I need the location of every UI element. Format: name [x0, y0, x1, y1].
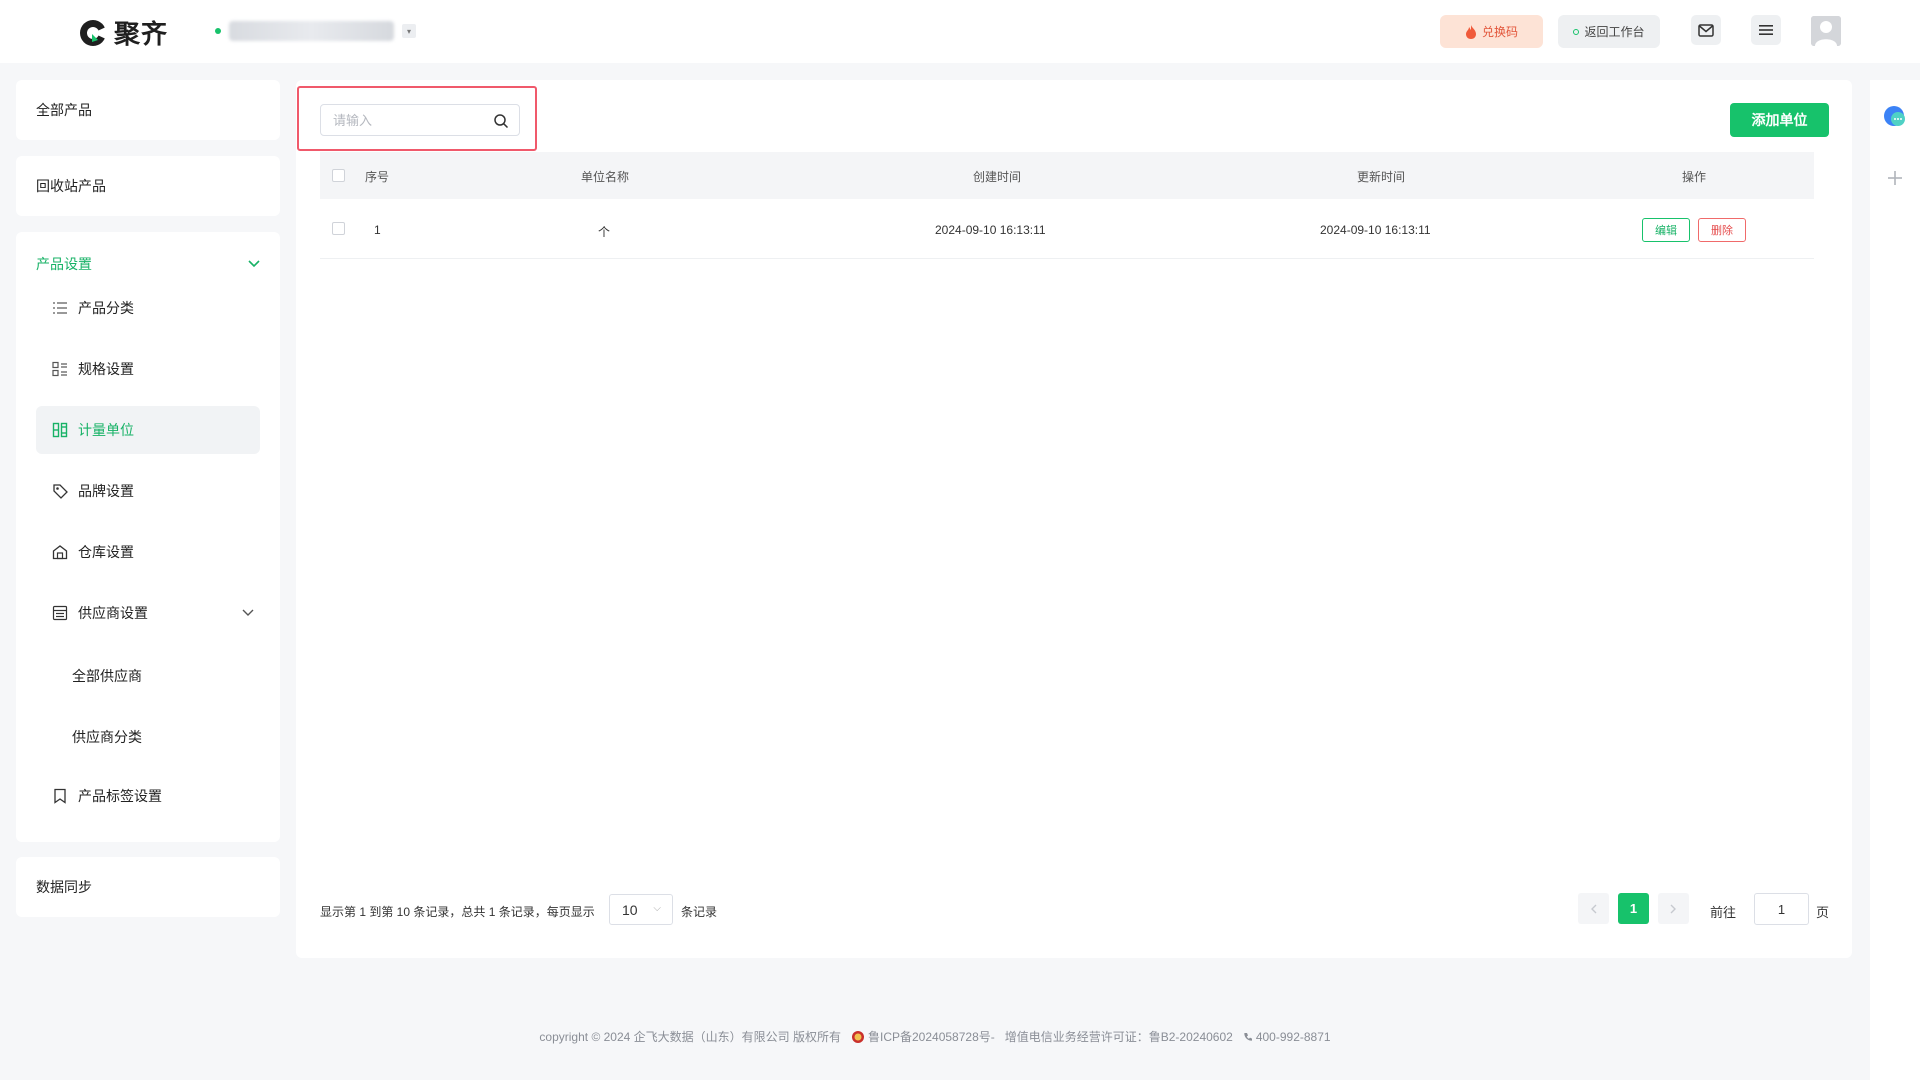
- data-sync-label: 数据同步: [36, 879, 92, 895]
- nav-label: 品牌设置: [78, 483, 134, 499]
- sidebar-item-recycle-bin[interactable]: 回收站产品: [16, 156, 280, 216]
- user-avatar[interactable]: [1811, 16, 1841, 46]
- sidebar-item-spec-settings[interactable]: 规格设置: [36, 345, 260, 393]
- footer-phone-block: 400-992-8871: [1243, 1030, 1331, 1044]
- footer-license: 增值电信业务经营许可证：鲁B2-20240602: [1004, 1030, 1233, 1044]
- warehouse-icon: [52, 545, 68, 560]
- unit-icon: [52, 422, 68, 438]
- add-icon[interactable]: [1882, 165, 1908, 191]
- spec-icon: [52, 361, 67, 377]
- page-size-value: 10: [622, 901, 638, 918]
- records-suffix: 条记录: [681, 905, 718, 919]
- add-unit-button[interactable]: 添加单位: [1730, 103, 1829, 137]
- right-tool-rail: [1870, 80, 1920, 1080]
- cell-index: 1: [374, 223, 381, 237]
- shop-name-blurred: [229, 21, 394, 41]
- mail-button[interactable]: [1691, 15, 1721, 45]
- next-page-button[interactable]: [1658, 893, 1689, 924]
- page-size-select[interactable]: 10 ⌵: [609, 894, 673, 925]
- menu-button[interactable]: [1751, 15, 1781, 45]
- main-panel: [296, 80, 1852, 958]
- pagination-summary: 显示第 1 到第 10 条记录，总共 1 条记录，每页显示: [320, 905, 595, 919]
- site-footer: copyright © 2024 企飞大数据（山东）有限公司 版权所有 鲁ICP…: [0, 1028, 1870, 1045]
- sidebar-item-measure-unit[interactable]: 计量单位: [36, 406, 260, 454]
- phone-icon: [1244, 1032, 1252, 1041]
- caret-down-icon[interactable]: ▾: [402, 24, 416, 38]
- product-settings-group: 产品设置 产品分类 规格设置 计量单位 品牌设置 仓库设置 供应商设置 全部供应…: [16, 232, 280, 842]
- mail-icon: [1698, 23, 1714, 37]
- chevron-down-icon[interactable]: [242, 609, 254, 617]
- cell-created: 2024-09-10 16:13:11: [935, 223, 1046, 237]
- column-header-actions: 操作: [1682, 170, 1707, 184]
- all-products-label: 全部产品: [36, 102, 92, 118]
- list-icon: [53, 302, 67, 314]
- shop-status-dot: [215, 28, 221, 34]
- avatar-icon: [1811, 16, 1841, 46]
- sidebar-subitem-all-suppliers[interactable]: 全部供应商: [72, 666, 142, 686]
- brand-logo[interactable]: 聚齐: [78, 14, 168, 51]
- redeem-label: 兑换码: [1481, 25, 1518, 39]
- sidebar-item-brand-settings[interactable]: 品牌设置: [36, 467, 260, 515]
- fire-icon: [1465, 24, 1476, 39]
- menu-icon: [1759, 25, 1773, 35]
- page-number-current[interactable]: 1: [1618, 893, 1649, 924]
- footer-icp-link[interactable]: 鲁ICP备2024058728号-: [851, 1028, 995, 1045]
- column-header-created: 创建时间: [973, 170, 1022, 184]
- workbench-dot-icon: [1573, 28, 1580, 35]
- select-all-checkbox[interactable]: [332, 169, 345, 182]
- delete-button[interactable]: 删除: [1698, 218, 1746, 242]
- chat-assistant-icon[interactable]: [1882, 104, 1908, 130]
- column-header-updated: 更新时间: [1357, 170, 1406, 184]
- sidebar-item-product-tag-settings[interactable]: 产品标签设置: [36, 772, 260, 820]
- goto-suffix: 页: [1816, 905, 1830, 920]
- sidebar-subitem-supplier-category[interactable]: 供应商分类: [72, 727, 142, 747]
- search-icon[interactable]: [493, 113, 509, 129]
- prev-page-button[interactable]: [1578, 893, 1609, 924]
- column-header-index: 序号: [365, 170, 390, 184]
- nav-label: 供应商设置: [78, 605, 148, 621]
- footer-icp: 鲁ICP备2024058728号-: [868, 1030, 995, 1044]
- supplier-icon: [52, 605, 68, 621]
- brand-name: 聚齐: [114, 19, 169, 49]
- search-input[interactable]: [333, 112, 493, 128]
- sidebar-item-supplier-settings[interactable]: 供应商设置: [36, 589, 260, 637]
- table-header: 序号 单位名称 创建时间 更新时间 操作: [320, 152, 1814, 199]
- tag-icon: [53, 484, 68, 499]
- cell-updated: 2024-09-10 16:13:11: [1320, 223, 1431, 237]
- goto-page-input[interactable]: 1: [1754, 893, 1809, 925]
- back-to-workbench-button[interactable]: 返回工作台: [1558, 15, 1660, 48]
- nav-label: 计量单位: [78, 422, 134, 438]
- sidebar-item-data-sync[interactable]: 数据同步: [16, 857, 280, 917]
- police-badge-icon: [852, 1030, 864, 1043]
- recycle-bin-label: 回收站产品: [36, 178, 106, 194]
- sidebar-item-warehouse-settings[interactable]: 仓库设置: [36, 528, 260, 576]
- back-label: 返回工作台: [1584, 25, 1645, 39]
- bookmark-icon: [54, 788, 66, 804]
- chevron-down-icon: ⌵: [653, 903, 661, 914]
- search-field[interactable]: [320, 104, 520, 136]
- logo-icon: [80, 19, 106, 46]
- nav-label: 规格设置: [78, 361, 134, 377]
- product-settings-header[interactable]: 产品设置: [36, 254, 260, 274]
- nav-label: 仓库设置: [78, 544, 134, 560]
- footer-copyright: copyright © 2024 企飞大数据（山东）有限公司 版权所有: [539, 1030, 841, 1044]
- top-header: 聚齐 ▾ 兑换码 返回工作台: [0, 0, 1920, 63]
- footer-phone: 400-992-8871: [1255, 1029, 1331, 1044]
- nav-label: 产品分类: [78, 300, 134, 316]
- chevron-up-icon: [248, 260, 260, 268]
- sidebar-item-all-products[interactable]: 全部产品: [16, 80, 280, 140]
- shop-switcher[interactable]: ▾: [215, 21, 416, 41]
- nav-label: 产品标签设置: [78, 788, 162, 804]
- row-checkbox[interactable]: [332, 222, 345, 235]
- group-title: 产品设置: [36, 256, 92, 272]
- sidebar-item-product-category[interactable]: 产品分类: [36, 284, 260, 332]
- chevron-right-icon: [1670, 904, 1676, 913]
- cell-unit-name: 个: [598, 225, 611, 239]
- redeem-code-button[interactable]: 兑换码: [1440, 15, 1543, 48]
- row-divider: [320, 258, 1814, 259]
- chevron-left-icon: [1591, 904, 1597, 913]
- edit-button[interactable]: 编辑: [1642, 218, 1690, 242]
- column-header-unit-name: 单位名称: [581, 170, 630, 184]
- goto-prefix: 前往: [1710, 905, 1737, 920]
